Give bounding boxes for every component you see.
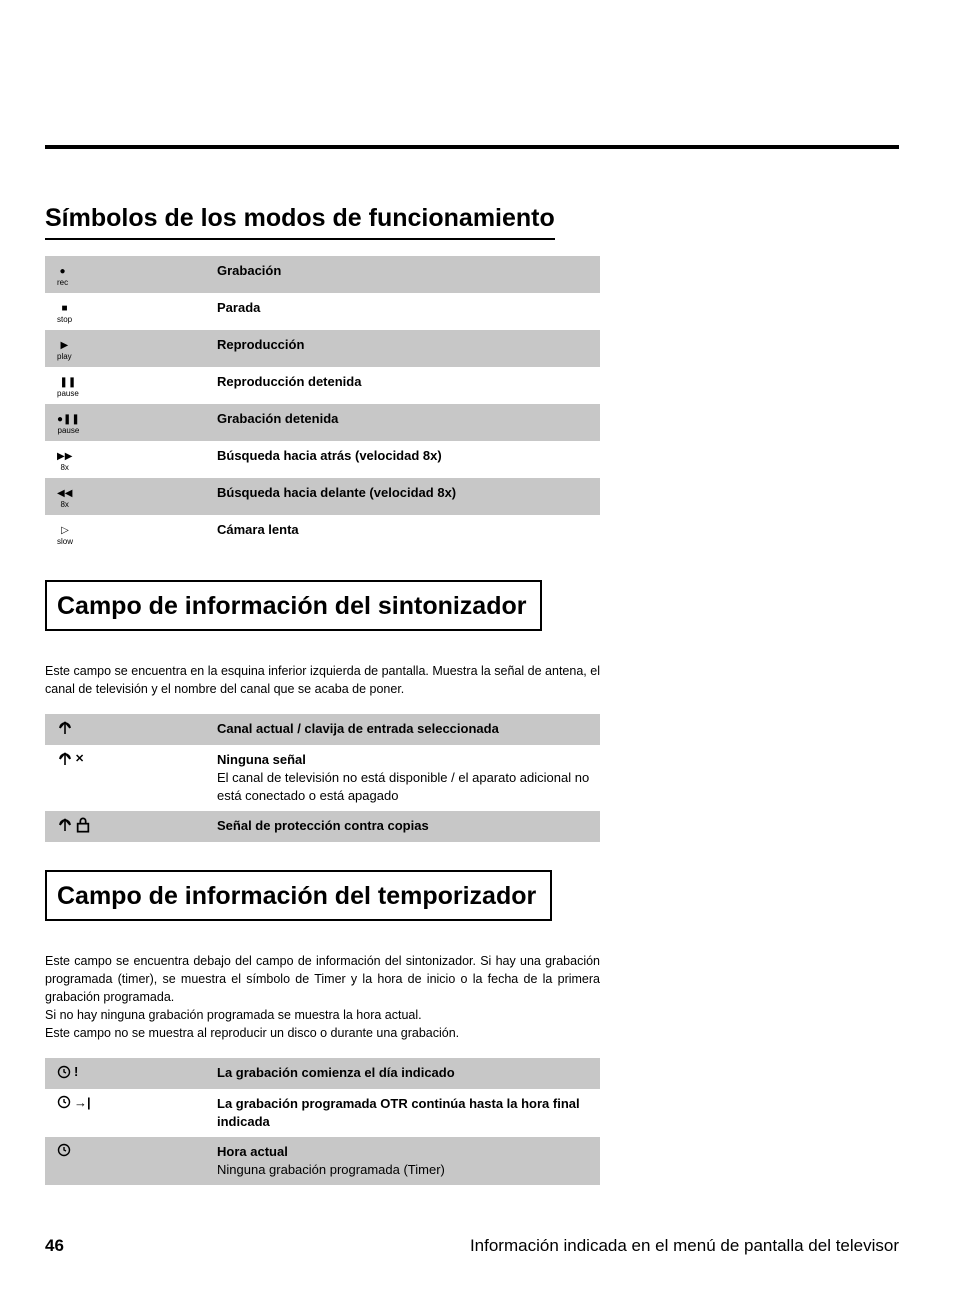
- clock-alert-icon: !: [57, 1064, 78, 1079]
- symbol-desc: Cámara lenta: [207, 515, 600, 552]
- pause-icon: ❚❚ pause: [57, 378, 79, 398]
- tuner-desc: Ninguna señal El canal de televisión no …: [207, 745, 600, 812]
- rec-pause-icon: ●❚❚ pause: [57, 415, 80, 435]
- table-row: ▶▶ 8x Búsqueda hacia atrás (velocidad 8x…: [45, 441, 600, 478]
- table-row: Señal de protección contra copias: [45, 811, 600, 842]
- fast-forward-icon: ▶▶ 8x: [57, 452, 72, 472]
- table-row: ✕ Ninguna señal El canal de televisión n…: [45, 745, 600, 812]
- table-row: ▷ slow Cámara lenta: [45, 515, 600, 552]
- rec-icon: ● rec: [57, 267, 68, 287]
- table-row: ❚❚ pause Reproducción detenida: [45, 367, 600, 404]
- tuner-table: Canal actual / clavija de entrada selecc…: [45, 714, 600, 843]
- footer-title: Información indicada en el menú de panta…: [470, 1236, 899, 1256]
- table-row: →| La grabación programada OTR continúa …: [45, 1089, 600, 1137]
- antenna-icon: [57, 720, 73, 736]
- play-icon: ▶ play: [57, 341, 72, 361]
- table-row: ● rec Grabación: [45, 256, 600, 293]
- section2-intro: Este campo se encuentra en la esquina in…: [45, 662, 600, 698]
- rewind-icon: ◀◀ 8x: [57, 489, 72, 509]
- timer-desc: Hora actual Ninguna grabación programada…: [207, 1137, 600, 1185]
- symbol-desc: Búsqueda hacia atrás (velocidad 8x): [207, 441, 600, 478]
- symbol-desc: Grabación detenida: [207, 404, 600, 441]
- stop-icon: ■ stop: [57, 304, 72, 324]
- timer-desc: La grabación comienza el día indicado: [207, 1058, 600, 1088]
- tuner-desc: Señal de protección contra copias: [207, 811, 600, 842]
- symbols-table: ● rec Grabación ■ stop Parada ▶ play: [45, 256, 600, 552]
- section2-title: Campo de información del sintonizador: [45, 580, 542, 631]
- symbol-desc: Reproducción detenida: [207, 367, 600, 404]
- table-row: Canal actual / clavija de entrada selecc…: [45, 714, 600, 745]
- timer-table: ! La grabación comienza el día indicado …: [45, 1058, 600, 1185]
- table-row: ■ stop Parada: [45, 293, 600, 330]
- symbol-desc: Búsqueda hacia delante (velocidad 8x): [207, 478, 600, 515]
- page-number: 46: [45, 1236, 64, 1256]
- section1-title: Símbolos de los modos de funcionamiento: [45, 204, 555, 240]
- section3-intro: Este campo se encuentra debajo del campo…: [45, 952, 600, 1043]
- symbol-desc: Reproducción: [207, 330, 600, 367]
- timer-desc: La grabación programada OTR continúa has…: [207, 1089, 600, 1137]
- top-rule: [45, 145, 899, 149]
- table-row: Hora actual Ninguna grabación programada…: [45, 1137, 600, 1185]
- symbol-desc: Grabación: [207, 256, 600, 293]
- clock-end-icon: →|: [57, 1095, 91, 1110]
- table-row: ▶ play Reproducción: [45, 330, 600, 367]
- table-row: ◀◀ 8x Búsqueda hacia delante (velocidad …: [45, 478, 600, 515]
- tuner-desc: Canal actual / clavija de entrada selecc…: [207, 714, 600, 745]
- table-row: ! La grabación comienza el día indicado: [45, 1058, 600, 1088]
- antenna-x-icon: ✕: [57, 751, 84, 767]
- footer: 46 Información indicada en el menú de pa…: [45, 1236, 899, 1256]
- antenna-lock-icon: [57, 817, 91, 833]
- slow-icon: ▷ slow: [57, 526, 73, 546]
- symbol-desc: Parada: [207, 293, 600, 330]
- section3-title: Campo de información del temporizador: [45, 870, 552, 921]
- clock-icon: [57, 1143, 71, 1157]
- table-row: ●❚❚ pause Grabación detenida: [45, 404, 600, 441]
